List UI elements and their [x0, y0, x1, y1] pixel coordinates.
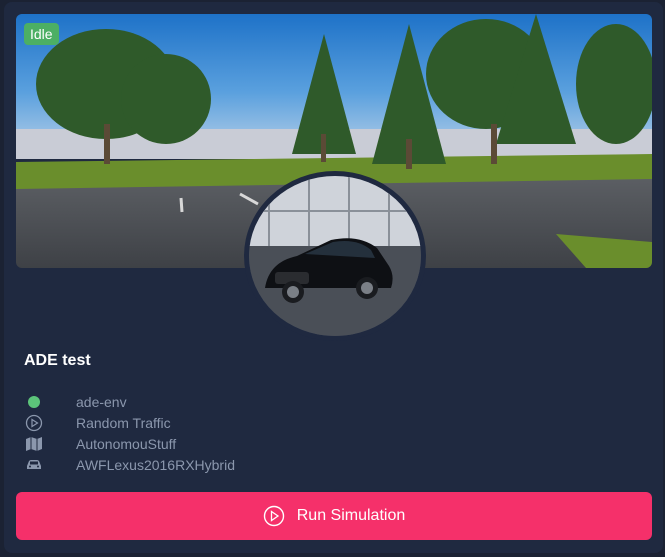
status-dot-icon — [24, 392, 44, 412]
status-badge: Idle — [24, 23, 59, 45]
car-icon — [24, 455, 44, 475]
vehicle-preview-image — [244, 171, 426, 341]
run-simulation-label: Run Simulation — [296, 507, 406, 524]
environment-label: ade-env — [76, 394, 127, 410]
scenario-label: Random Traffic — [76, 415, 171, 431]
run-simulation-button[interactable]: Run Simulation — [16, 492, 652, 540]
vehicle-row: AWFLexus2016RXHybrid — [24, 455, 235, 475]
map-row: AutonomouStuff — [24, 434, 176, 454]
map-icon — [24, 434, 44, 454]
vehicle-label: AWFLexus2016RXHybrid — [76, 457, 235, 473]
map-label: AutonomouStuff — [76, 436, 177, 452]
play-circle-icon — [24, 413, 44, 433]
scenario-row: Random Traffic — [24, 413, 171, 433]
play-circle-icon — [263, 505, 285, 527]
simulation-title: ADE test — [24, 352, 91, 369]
environment-row: ade-env — [24, 392, 127, 412]
